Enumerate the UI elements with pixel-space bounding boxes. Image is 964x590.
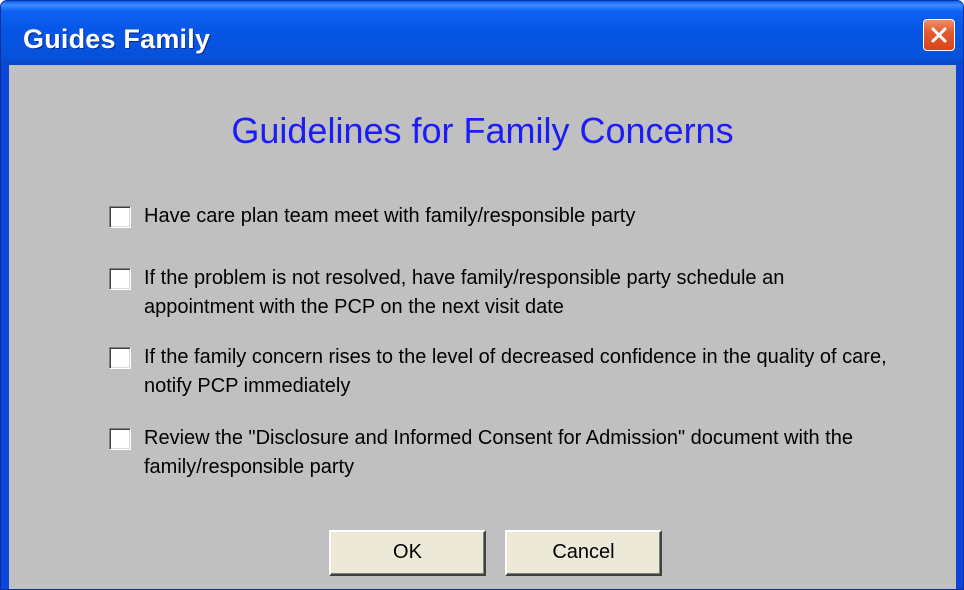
- guideline-label-3: If the family concern rises to the level…: [144, 346, 887, 397]
- close-button[interactable]: [923, 19, 955, 51]
- guidelines-heading: Guidelines for Family Concerns: [231, 110, 734, 151]
- guideline-label-1: Have care plan team meet with family/res…: [144, 205, 636, 227]
- guideline-label-4: Review the "Disclosure and Informed Cons…: [144, 427, 853, 478]
- dialog-window: Guides Family Guidelines for Family Conc…: [0, 0, 964, 590]
- guideline-checkbox-4[interactable]: [109, 428, 131, 450]
- title-bar[interactable]: Guides Family: [1, 1, 963, 65]
- guideline-checkbox-3[interactable]: [109, 347, 131, 369]
- dialog-body: Guidelines for Family Concerns Have care…: [9, 65, 956, 589]
- window-title: Guides Family: [23, 24, 211, 54]
- guideline-label-2: If the problem is not resolved, have fam…: [144, 267, 785, 318]
- guideline-checkbox-1[interactable]: [109, 206, 131, 228]
- guideline-checkbox-2[interactable]: [109, 268, 131, 290]
- cancel-button[interactable]: Cancel: [505, 530, 662, 576]
- ok-button[interactable]: OK: [329, 530, 486, 576]
- close-icon: [931, 27, 947, 43]
